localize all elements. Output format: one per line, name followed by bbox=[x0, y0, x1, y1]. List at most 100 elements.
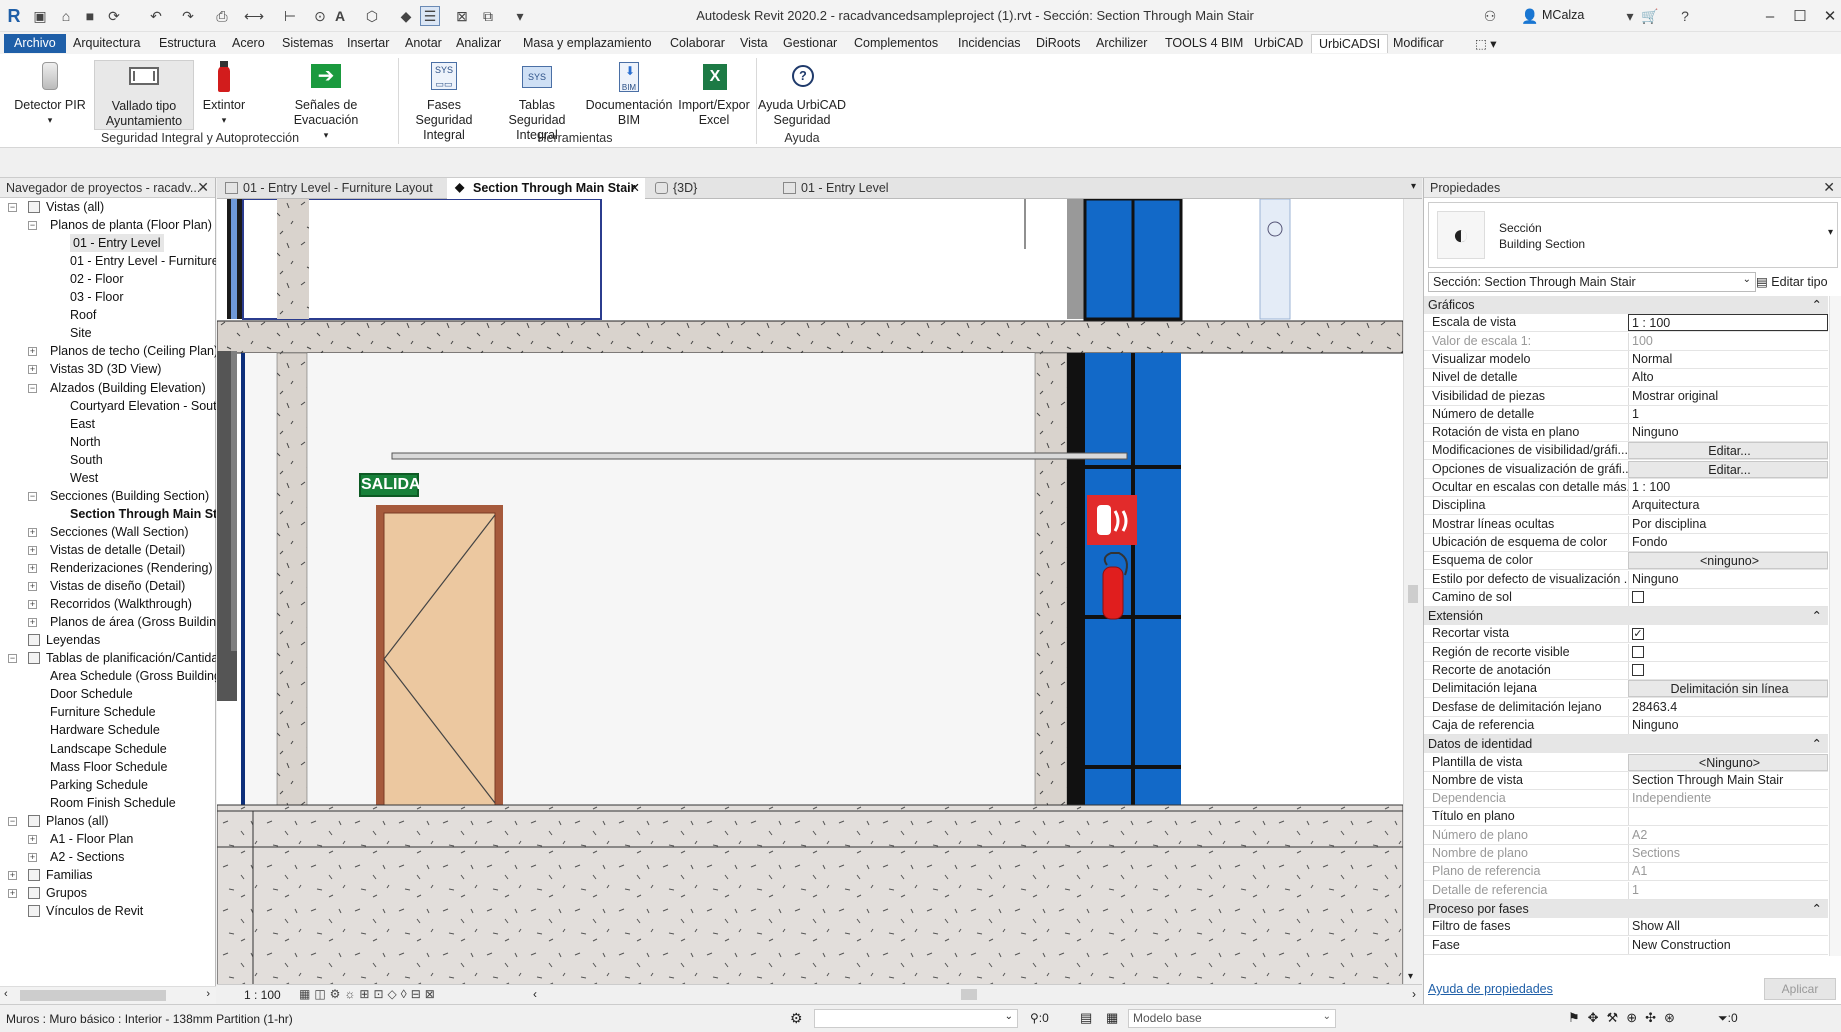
collapse-icon[interactable]: − bbox=[28, 221, 37, 231]
close-hidden-icon[interactable]: ⊠ bbox=[452, 6, 472, 26]
property-value[interactable]: Show All bbox=[1628, 918, 1828, 936]
save-icon[interactable]: ■ bbox=[80, 6, 100, 26]
ribbon-tab-arquitectura[interactable]: Arquitectura bbox=[66, 34, 147, 53]
collapse-icon[interactable]: − bbox=[8, 816, 17, 826]
property-value[interactable]: Fondo bbox=[1628, 533, 1828, 551]
browser-item[interactable]: Room Finish Schedule bbox=[50, 794, 176, 812]
user-dropdown-icon[interactable]: ▾ bbox=[1620, 6, 1640, 26]
ribbon-tab-colaborar[interactable]: Colaborar bbox=[663, 34, 732, 53]
browser-item[interactable]: Courtyard Elevation - South bbox=[70, 397, 216, 415]
expand-icon[interactable]: + bbox=[8, 870, 17, 880]
collapse-icon[interactable]: − bbox=[28, 383, 37, 393]
browser-item[interactable]: Landscape Schedule bbox=[50, 740, 167, 758]
property-value[interactable]: Ninguno bbox=[1628, 716, 1828, 734]
maximize-button[interactable]: ☐ bbox=[1785, 4, 1815, 28]
property-value[interactable]: New Construction bbox=[1628, 936, 1828, 954]
undo-icon[interactable]: ↶ bbox=[146, 6, 166, 26]
properties-help-link[interactable]: Ayuda de propiedades bbox=[1428, 982, 1553, 996]
collapse-icon[interactable]: − bbox=[8, 203, 17, 212]
collapse-icon[interactable]: − bbox=[28, 491, 37, 501]
worksets-icon[interactable]: ⚙ bbox=[790, 1010, 803, 1027]
scroll-thumb[interactable] bbox=[1408, 585, 1418, 603]
ribbon-tab-gestionar[interactable]: Gestionar bbox=[776, 34, 844, 53]
filter-icon[interactable]: ⚲ bbox=[1030, 1011, 1039, 1025]
property-value[interactable]: Por disciplina bbox=[1628, 515, 1828, 533]
switch-windows-icon[interactable]: ⧉ bbox=[478, 6, 498, 26]
browser-item[interactable]: 01 - Entry Level bbox=[70, 234, 164, 253]
property-value[interactable]: Editar... bbox=[1628, 442, 1828, 460]
chevron-down-icon[interactable]: ▾ bbox=[1828, 227, 1833, 238]
browser-item[interactable]: Roof bbox=[70, 306, 96, 324]
browser-item[interactable]: Familias bbox=[46, 866, 93, 884]
property-value[interactable]: 28463.4 bbox=[1628, 698, 1828, 716]
3d-view-icon[interactable]: ⬡ bbox=[362, 6, 382, 26]
measure-icon[interactable]: ⟷ bbox=[244, 6, 264, 26]
model-select[interactable]: Modelo base ⌄ bbox=[1128, 1009, 1336, 1028]
property-value[interactable]: Ninguno bbox=[1628, 424, 1828, 442]
browser-item[interactable]: Vistas de detalle (Detail) bbox=[50, 541, 185, 559]
close-window-button[interactable]: ✕ bbox=[1815, 4, 1841, 28]
filter-count[interactable]: ⏷:0 bbox=[1718, 1011, 1738, 1026]
cart-icon[interactable]: 🛒 bbox=[1640, 6, 1660, 26]
property-value[interactable]: <Ninguno> bbox=[1628, 753, 1828, 771]
browser-item[interactable]: 02 - Floor bbox=[70, 270, 124, 288]
ribbon-tab-incidencias[interactable]: Incidencias bbox=[951, 34, 1028, 53]
scroll-down-icon[interactable]: ▾ bbox=[1408, 971, 1413, 982]
browser-item[interactable]: Vistas (all) bbox=[46, 198, 104, 216]
ribbon-tab-diroots[interactable]: DiRoots bbox=[1029, 34, 1087, 53]
properties-section-header[interactable]: Proceso por fases ⌃ bbox=[1424, 899, 1828, 918]
drawing-canvas[interactable]: SALIDA bbox=[217, 199, 1403, 984]
browser-item[interactable]: Secciones (Wall Section) bbox=[50, 523, 188, 541]
ribbon-tab-masa-y-emplazamiento[interactable]: Masa y emplazamiento bbox=[516, 34, 659, 53]
property-value[interactable]: Delimitación sin línea bbox=[1628, 680, 1828, 698]
view-tab-section[interactable]: ◆ Section Through Main Stair ✕ bbox=[447, 178, 645, 199]
checkbox[interactable] bbox=[1632, 590, 1644, 603]
expand-icon[interactable]: + bbox=[28, 564, 37, 573]
close-icon[interactable]: ✕ bbox=[197, 179, 209, 196]
expand-icon[interactable]: + bbox=[8, 888, 17, 898]
expand-icon[interactable]: + bbox=[28, 834, 37, 844]
browser-item[interactable]: 03 - Floor bbox=[70, 288, 124, 306]
property-value[interactable]: Normal bbox=[1628, 350, 1828, 368]
browser-item[interactable]: Vínculos de Revit bbox=[46, 902, 143, 920]
chevron-down-icon[interactable]: ⌄ bbox=[1743, 274, 1751, 285]
property-value[interactable]: ✓ bbox=[1628, 625, 1828, 643]
property-value[interactable]: 1 : 100 bbox=[1628, 314, 1828, 332]
ayuda-urbicad-button[interactable]: ? Ayuda UrbiCAD Seguridad bbox=[758, 60, 846, 128]
ribbon-tab-modificar[interactable]: Modificar bbox=[1386, 34, 1451, 53]
browser-item[interactable]: Planos de planta (Floor Plan) bbox=[50, 216, 212, 234]
tab-menu-icon[interactable]: ▾ bbox=[1411, 181, 1416, 192]
ribbon-minimize-icon[interactable]: ⬚ ▾ bbox=[1468, 34, 1504, 53]
import-export-excel-button[interactable]: X Import/Expor Excel bbox=[676, 60, 752, 128]
scroll-left-icon[interactable]: ‹ bbox=[533, 987, 537, 1001]
edit-type-button[interactable]: ▤ Editar tipo bbox=[1756, 274, 1828, 289]
revit-logo-icon[interactable]: R bbox=[4, 6, 24, 26]
user-icon[interactable]: 👤 bbox=[1520, 6, 1540, 26]
expand-icon[interactable]: + bbox=[28, 545, 37, 555]
browser-item[interactable]: Recorridos (Walkthrough) bbox=[50, 595, 192, 613]
detector-pir-button[interactable]: Detector PIR ▾ bbox=[14, 60, 86, 128]
expand-icon[interactable]: + bbox=[28, 618, 37, 628]
expand-icon[interactable]: + bbox=[28, 527, 37, 537]
dimension-icon[interactable]: ⊢ bbox=[280, 6, 300, 26]
browser-item[interactable]: A2 - Sections bbox=[50, 848, 124, 866]
view-tab-furniture-layout[interactable]: 01 - Entry Level - Furniture Layout bbox=[217, 178, 445, 199]
browser-item[interactable]: Vistas de diseño (Detail) bbox=[50, 577, 185, 595]
properties-section-header[interactable]: Gráficos ⌃ bbox=[1424, 296, 1828, 314]
collapse-icon[interactable]: ⌃ bbox=[1812, 735, 1822, 753]
browser-item[interactable]: Planos (all) bbox=[46, 812, 109, 830]
browser-item[interactable]: Alzados (Building Elevation) bbox=[50, 379, 206, 397]
exit-sign[interactable]: SALIDA bbox=[359, 473, 421, 497]
property-value[interactable]: Alto bbox=[1628, 369, 1828, 387]
vallado-button[interactable]: Vallado tipo Ayuntamiento bbox=[94, 60, 194, 130]
browser-item[interactable]: 01 - Entry Level - Furniture bbox=[70, 252, 216, 270]
ribbon-tab-tools-4-bim[interactable]: TOOLS 4 BIM bbox=[1158, 34, 1250, 53]
property-value[interactable]: 1 : 100 bbox=[1628, 479, 1828, 496]
expand-icon[interactable]: + bbox=[28, 347, 37, 357]
view-control-icons[interactable]: ▦◫⚙☼⊞⊡◇◊⊟⊠ bbox=[299, 987, 439, 1001]
property-value[interactable]: <ninguno> bbox=[1628, 552, 1828, 570]
browser-item[interactable]: Leyendas bbox=[46, 631, 100, 649]
browser-item[interactable]: Tablas de planificación/Cantidad bbox=[46, 649, 216, 667]
expand-icon[interactable]: + bbox=[28, 582, 37, 592]
browser-item[interactable]: Vistas 3D (3D View) bbox=[50, 360, 161, 378]
